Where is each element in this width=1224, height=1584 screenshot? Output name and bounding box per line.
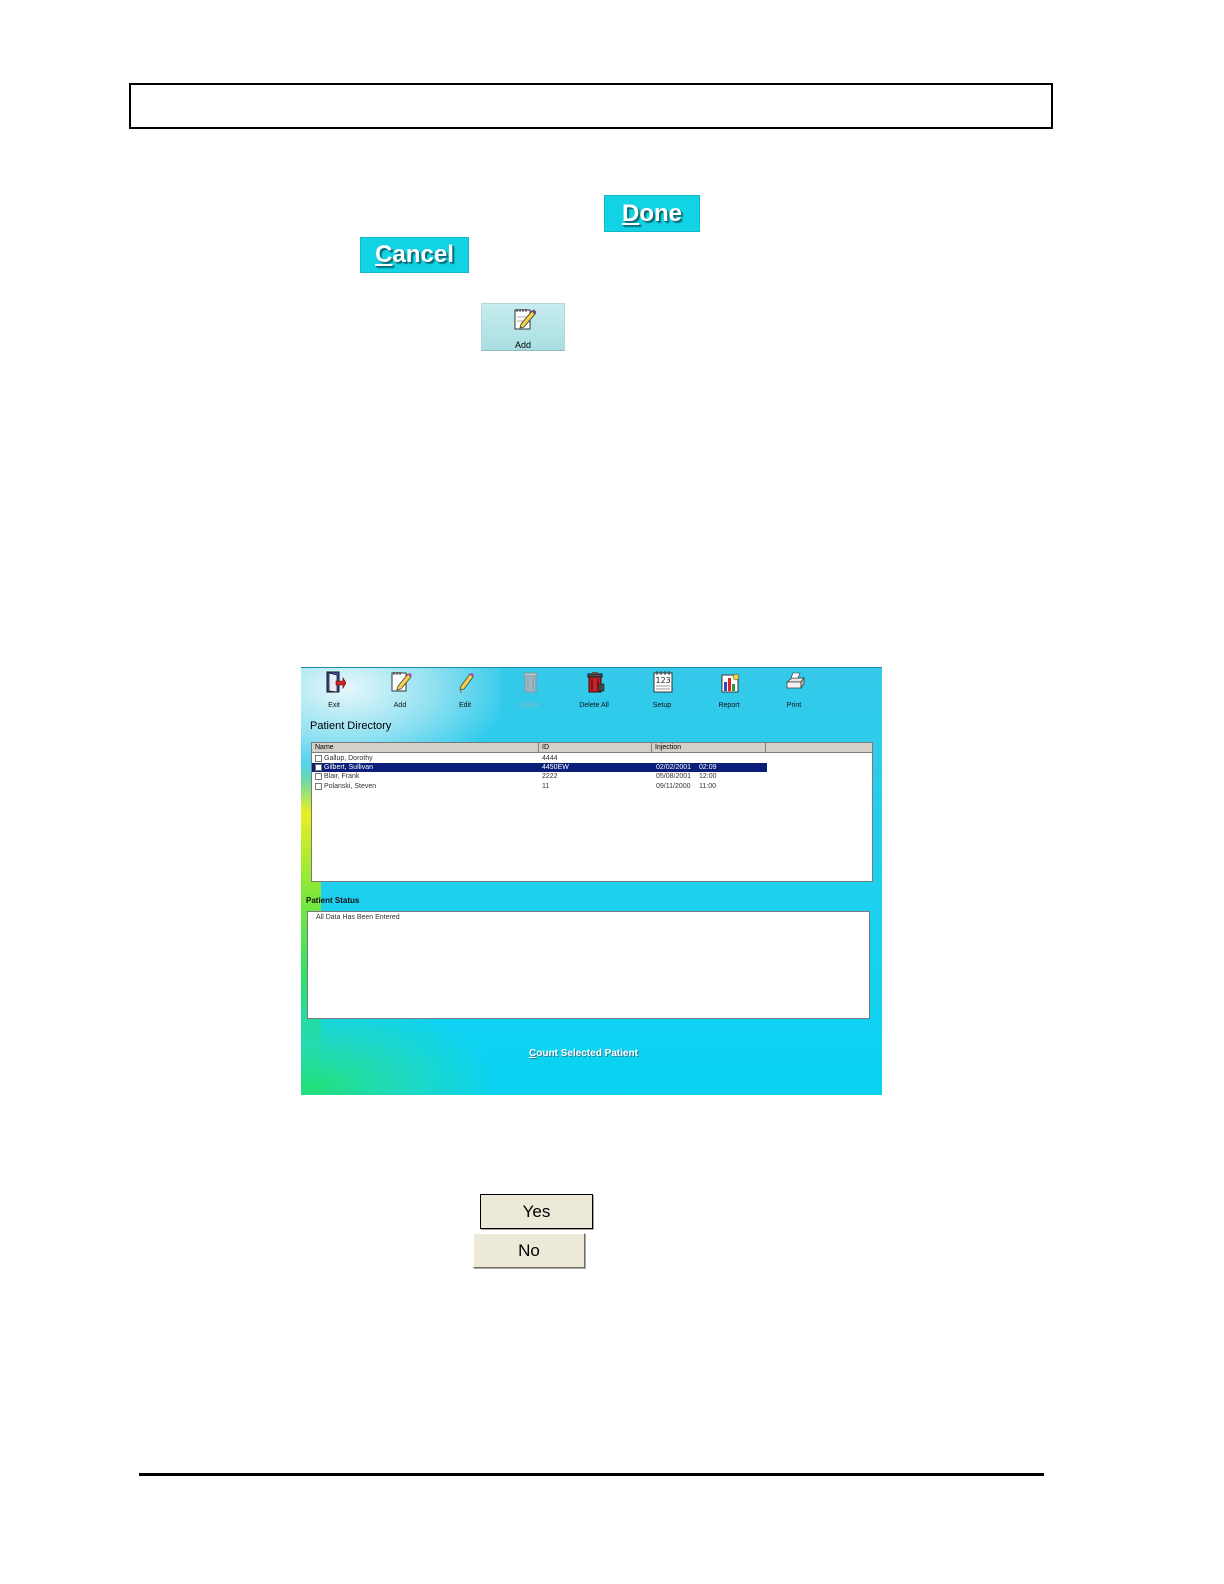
injection-time: 02:09 bbox=[699, 764, 717, 771]
patient-id: 4450EW bbox=[542, 764, 569, 771]
trash-can-icon bbox=[523, 672, 538, 693]
add-toolbar-button[interactable]: Add bbox=[481, 303, 565, 351]
column-header-injection[interactable]: Injection bbox=[652, 743, 766, 753]
header-box bbox=[129, 83, 1053, 129]
add-toolbar-label: Add bbox=[514, 340, 531, 350]
patient-name: Polanski, Steven bbox=[324, 783, 377, 790]
cancel-label: ancel bbox=[392, 241, 454, 268]
injection-date: 02/02/2001 bbox=[656, 764, 692, 771]
toolbar-label: Exit bbox=[328, 702, 340, 709]
no-label: No bbox=[518, 1240, 540, 1260]
table-row[interactable]: Polanski, Steven 11 09/11/2000 11:00 bbox=[312, 782, 767, 791]
yes-button[interactable]: Yes bbox=[480, 1194, 593, 1229]
patient-directory-title: Patient Directory bbox=[310, 720, 392, 732]
row-checkbox[interactable] bbox=[315, 764, 322, 771]
bar-chart-icon bbox=[721, 673, 740, 693]
patient-name: Gallup, Dorothy bbox=[324, 755, 373, 762]
injection-time: 11:00 bbox=[699, 783, 716, 790]
toolbar-label: Delete bbox=[518, 702, 540, 709]
table-row[interactable]: Gallup, Dorothy 4444 bbox=[312, 754, 767, 763]
trash-can-red-icon bbox=[587, 672, 605, 693]
notepad-pencil-icon bbox=[514, 309, 536, 330]
table-row[interactable]: Blair, Frank 2222 05/08/2001 12:00 bbox=[312, 772, 767, 781]
toolbar-print[interactable]: Print bbox=[766, 670, 822, 712]
table-row-selected[interactable]: Gilbert, Sullivan 4450EW 02/02/2001 02:0… bbox=[312, 763, 767, 772]
toolbar-label: Report bbox=[718, 702, 740, 709]
toolbar-delete[interactable]: Delete bbox=[501, 670, 557, 712]
patient-directory-window: Exit Add Edit Delete Delete All 123 Setu… bbox=[301, 667, 882, 1095]
svg-text:123: 123 bbox=[656, 676, 671, 685]
patient-id: 11 bbox=[542, 783, 550, 790]
toolbar-report[interactable]: Report bbox=[701, 670, 757, 712]
toolbar-label: Setup bbox=[652, 702, 672, 709]
patient-status-text: All Data Has Been Entered bbox=[316, 914, 400, 921]
toolbar-add[interactable]: Add bbox=[372, 670, 428, 712]
calendar-123-icon: 123 bbox=[653, 671, 673, 693]
count-selected-patient-button[interactable]: Count Selected Patient bbox=[529, 1048, 638, 1059]
injection-time: 12:00 bbox=[699, 773, 717, 780]
toolbar-label: Print bbox=[786, 702, 802, 709]
toolbar-edit[interactable]: Edit bbox=[437, 670, 493, 712]
toolbar-label: Edit bbox=[458, 702, 472, 709]
toolbar-label: Add bbox=[393, 702, 407, 709]
patient-id: 4444 bbox=[542, 755, 558, 762]
toolbar-label: Delete All bbox=[579, 702, 609, 709]
patient-status-title: Patient Status bbox=[306, 896, 360, 905]
patient-name: Gilbert, Sullivan bbox=[324, 764, 374, 771]
column-header-name[interactable]: Name bbox=[312, 743, 539, 753]
injection-date: 09/11/2000 bbox=[656, 783, 691, 790]
patient-id: 2222 bbox=[542, 773, 558, 780]
notepad-pencil-icon bbox=[391, 672, 412, 692]
row-checkbox[interactable] bbox=[315, 773, 322, 780]
toolbar-setup[interactable]: 123 Setup bbox=[634, 670, 690, 712]
cancel-label-key: C bbox=[375, 241, 393, 268]
pencil-icon bbox=[459, 673, 474, 693]
printer-icon bbox=[786, 672, 805, 690]
patient-status-box: All Data Has Been Entered bbox=[307, 911, 870, 1019]
injection-date: 05/08/2001 bbox=[656, 773, 692, 780]
count-button-label: ount Selected Patient bbox=[536, 1048, 638, 1059]
done-label: one bbox=[639, 199, 682, 227]
row-checkbox[interactable] bbox=[315, 783, 322, 790]
toolbar-delete-all[interactable]: Delete All bbox=[566, 670, 622, 712]
no-button[interactable]: No bbox=[473, 1233, 585, 1268]
done-button[interactable]: Done bbox=[604, 195, 700, 232]
footer-rule bbox=[139, 1473, 1044, 1476]
row-checkbox[interactable] bbox=[315, 755, 322, 762]
cancel-button[interactable]: Cancel bbox=[360, 237, 469, 273]
patient-list[interactable]: Name ID Injection Gallup, Dorothy 4444 G… bbox=[311, 742, 873, 882]
yes-label: Yes bbox=[522, 1201, 551, 1221]
column-header-id[interactable]: ID bbox=[539, 743, 652, 753]
exit-door-icon bbox=[326, 671, 346, 693]
list-header: Name ID Injection bbox=[312, 743, 872, 753]
done-label-key: D bbox=[621, 199, 640, 227]
patient-name: Blair, Frank bbox=[324, 773, 360, 780]
toolbar-exit[interactable]: Exit bbox=[306, 670, 362, 712]
